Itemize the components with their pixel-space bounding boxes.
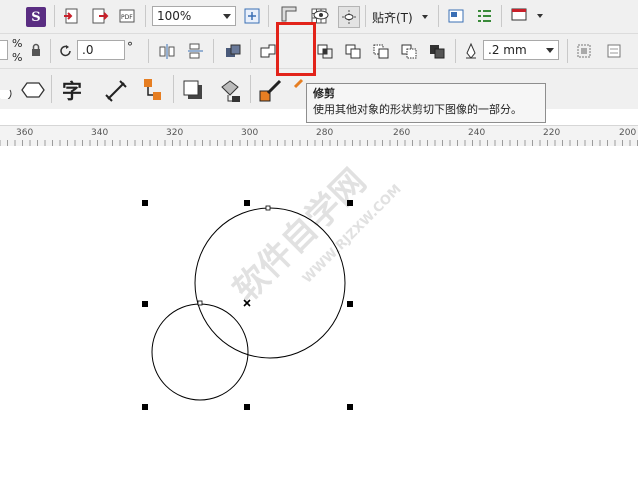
scale-y-percent: % xyxy=(12,51,23,64)
combine-icon[interactable] xyxy=(224,42,242,60)
ruler-label: 300 xyxy=(241,128,259,138)
horizontal-ruler[interactable]: 360 340 320 300 280 260 240 220 200 xyxy=(0,125,638,147)
node-marker[interactable] xyxy=(197,300,203,306)
selection-handle[interactable] xyxy=(142,301,148,307)
welcome-screen-icon[interactable] xyxy=(510,6,528,24)
canvas-shapes xyxy=(142,200,353,410)
tooltip-description: 使用其他对象的形状剪切下图像的一部分。 xyxy=(313,103,522,116)
svg-text:PDF: PDF xyxy=(121,14,133,21)
lock-ratio-icon[interactable] xyxy=(28,42,44,58)
options-icon[interactable] xyxy=(447,7,465,25)
ruler-label: 260 xyxy=(393,128,411,138)
selection-handle[interactable] xyxy=(244,404,250,410)
chevron-down-icon xyxy=(223,14,231,19)
rulers-toggle-icon[interactable] xyxy=(280,5,298,23)
wrap-text-icon[interactable] xyxy=(605,42,623,60)
eyedropper-tool-icon[interactable] xyxy=(258,77,284,103)
rotation-angle-input[interactable]: .0 xyxy=(77,40,125,60)
import-icon[interactable] xyxy=(63,7,81,25)
property-bar: % % .0 ° .2 mm xyxy=(0,34,638,98)
ruler-label: 220 xyxy=(543,128,561,138)
selection-handle[interactable] xyxy=(347,404,353,410)
connector-tool-icon[interactable] xyxy=(141,77,165,103)
transparency-tool-icon[interactable] xyxy=(218,77,242,103)
selection-handle[interactable] xyxy=(347,200,353,206)
guidelines-toggle-icon[interactable] xyxy=(338,6,360,28)
selection-handle[interactable] xyxy=(347,301,353,307)
rotation-icon xyxy=(57,42,75,60)
large-circle[interactable] xyxy=(194,207,346,359)
zoom-fit-icon[interactable] xyxy=(243,7,261,25)
drawing-canvas[interactable]: 软件自学网 WWW.RJZXW.COM xyxy=(0,146,638,501)
outline-width-combobox[interactable]: .2 mm xyxy=(483,40,559,60)
align-distribute-icon[interactable] xyxy=(575,42,593,60)
center-x-marker[interactable] xyxy=(243,299,251,307)
polygon-partial-icon[interactable] xyxy=(0,81,14,99)
dimension-tool-icon[interactable] xyxy=(104,79,128,103)
trim-highlight-box xyxy=(276,22,316,76)
intersect-icon[interactable] xyxy=(316,42,334,60)
application-launcher-icon[interactable] xyxy=(475,7,493,25)
drop-shadow-tool-icon[interactable] xyxy=(182,79,206,103)
scale-percent-labels: % % xyxy=(12,37,22,65)
node-marker[interactable] xyxy=(265,205,271,211)
selection-handle[interactable] xyxy=(244,200,250,206)
rotation-angle-value: .0 xyxy=(82,43,94,57)
tooltip-title: 修剪 xyxy=(313,87,335,100)
outline-pen-icon xyxy=(462,42,480,60)
fill-tool-icon[interactable] xyxy=(292,77,306,91)
trim-tooltip: 修剪 使用其他对象的形状剪切下图像的一部分。 xyxy=(306,83,546,123)
degree-symbol: ° xyxy=(127,40,133,54)
ruler-label: 320 xyxy=(166,128,184,138)
mirror-horizontal-icon[interactable] xyxy=(158,42,176,60)
snap-to-label: 贴齐(T) xyxy=(372,11,413,25)
polygon-tool-icon[interactable] xyxy=(21,80,45,100)
zoom-level-value: 100% xyxy=(157,9,192,23)
mirror-vertical-icon[interactable] xyxy=(186,42,204,60)
ruler-label: 360 xyxy=(16,128,34,138)
zoom-level-combobox[interactable]: 100% xyxy=(152,6,236,26)
object-size-field[interactable] xyxy=(0,40,8,60)
chevron-down-icon[interactable] xyxy=(537,14,543,18)
front-minus-back-icon[interactable] xyxy=(372,42,390,60)
chevron-down-icon xyxy=(422,15,428,19)
selection-handle[interactable] xyxy=(142,404,148,410)
weld-icon[interactable] xyxy=(259,42,277,60)
corel-app-icon[interactable]: S xyxy=(26,7,46,27)
create-boundary-icon[interactable] xyxy=(428,42,446,60)
standard-toolbar: S PDF 100% 贴齐(T) xyxy=(0,0,638,34)
scale-x-percent: % xyxy=(12,37,23,50)
ruler-label: 240 xyxy=(468,128,486,138)
snap-to-menu[interactable]: 贴齐(T) xyxy=(372,9,428,26)
export-icon[interactable] xyxy=(91,7,109,25)
selection-handle[interactable] xyxy=(142,200,148,206)
view-eye-icon[interactable] xyxy=(311,4,331,22)
text-tool-icon[interactable]: 字 xyxy=(60,77,84,103)
chevron-down-icon xyxy=(546,48,554,53)
ruler-label: 340 xyxy=(91,128,109,138)
outline-width-value: .2 mm xyxy=(488,43,527,57)
simplify-icon[interactable] xyxy=(344,42,362,60)
back-minus-front-icon[interactable] xyxy=(400,42,418,60)
small-circle[interactable] xyxy=(151,303,249,401)
ruler-label: 280 xyxy=(316,128,334,138)
ruler-label: 200 xyxy=(619,128,637,138)
publish-pdf-icon[interactable]: PDF xyxy=(118,7,136,25)
